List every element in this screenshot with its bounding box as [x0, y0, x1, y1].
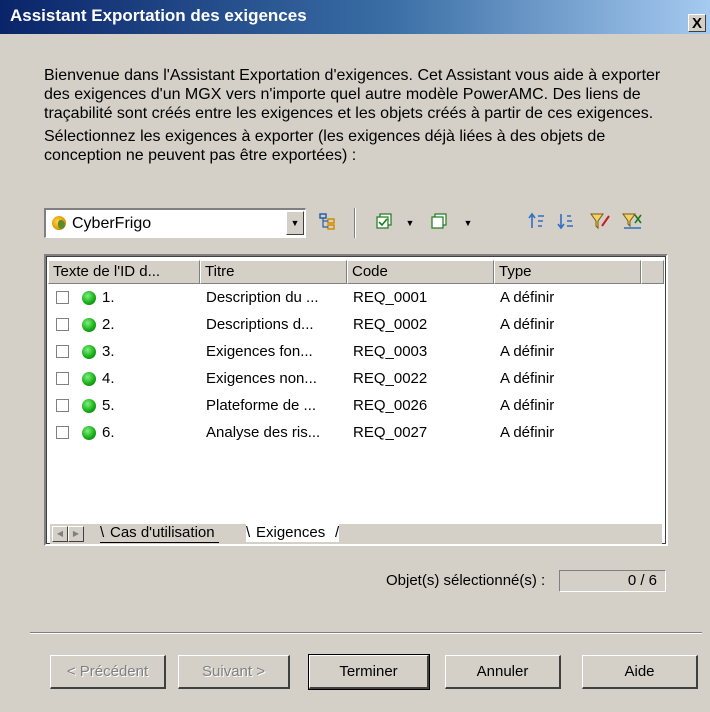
selection-count-value: 0 / 6: [559, 570, 666, 592]
tab-scroll-right-icon[interactable]: ▶: [68, 526, 84, 542]
row-checkbox[interactable]: [56, 426, 69, 439]
tab-strip: ◀ ▶ Cas d'utilisation Exigences: [50, 524, 662, 544]
cell-id: 1.: [102, 289, 115, 306]
cell-type: A définir: [500, 316, 555, 333]
column-header-code[interactable]: Code: [347, 260, 494, 284]
cancel-button[interactable]: Annuler: [445, 655, 561, 689]
clear-filter-icon[interactable]: [620, 212, 644, 234]
column-header-filler: [641, 260, 664, 284]
filter-icon[interactable]: [588, 212, 612, 234]
chevron-down-icon[interactable]: ▼: [286, 211, 304, 235]
cell-type: A définir: [500, 289, 555, 306]
cell-id: 6.: [102, 424, 115, 441]
row-checkbox[interactable]: [56, 291, 69, 304]
cell-title: Exigences non...: [206, 370, 317, 387]
uncheck-dropdown-icon[interactable]: ▼: [463, 212, 473, 234]
status-dot-icon: [82, 345, 96, 359]
check-all-icon[interactable]: [374, 212, 396, 234]
cell-code: REQ_0001: [353, 289, 428, 306]
next-button[interactable]: Suivant >: [178, 655, 290, 689]
model-select-value: CyberFrigo: [72, 215, 152, 232]
footer-divider: [30, 632, 702, 634]
column-header-title[interactable]: Titre: [200, 260, 347, 284]
table-row[interactable]: 6. Analyse des ris... REQ_0027 A définir: [48, 421, 664, 447]
column-header-type[interactable]: Type: [494, 260, 641, 284]
status-dot-icon: [82, 372, 96, 386]
tab-scroll-left-icon[interactable]: ◀: [52, 526, 68, 542]
toolbar-separator: [354, 208, 356, 238]
column-header-id[interactable]: Texte de l'ID d...: [48, 260, 200, 284]
cell-code: REQ_0026: [353, 397, 428, 414]
dialog-title: Assistant Exportation des exigences: [10, 6, 307, 25]
status-dot-icon: [82, 318, 96, 332]
table-row[interactable]: 1. Description du ... REQ_0001 A définir: [48, 286, 664, 312]
hierarchy-icon[interactable]: [316, 212, 340, 234]
cell-id: 5.: [102, 397, 115, 414]
close-button[interactable]: X: [688, 14, 706, 32]
status-dot-icon: [82, 399, 96, 413]
requirements-list[interactable]: Texte de l'ID d... Titre Code Type 1. De…: [44, 254, 668, 546]
tab-requirements[interactable]: Exigences: [246, 524, 339, 542]
tab-use-cases[interactable]: Cas d'utilisation: [100, 524, 219, 543]
previous-button[interactable]: < Précédent: [50, 655, 166, 689]
finish-button[interactable]: Terminer: [308, 654, 430, 690]
table-row[interactable]: 4. Exigences non... REQ_0022 A définir: [48, 367, 664, 393]
cell-id: 3.: [102, 343, 115, 360]
row-checkbox[interactable]: [56, 345, 69, 358]
instruction-text: Sélectionnez les exigences à exporter (l…: [44, 128, 606, 164]
intro-text: Bienvenue dans l'Assistant Exportation d…: [44, 66, 684, 165]
cell-id: 2.: [102, 316, 115, 333]
cell-code: REQ_0027: [353, 424, 428, 441]
title-bar: Assistant Exportation des exigences: [0, 0, 710, 34]
package-icon: [52, 216, 66, 230]
uncheck-all-icon[interactable]: [429, 212, 451, 234]
cell-code: REQ_0003: [353, 343, 428, 360]
cell-code: REQ_0022: [353, 370, 428, 387]
cell-type: A définir: [500, 424, 555, 441]
row-checkbox[interactable]: [56, 399, 69, 412]
model-select[interactable]: CyberFrigo ▼: [44, 208, 306, 238]
help-button[interactable]: Aide: [582, 655, 698, 689]
cell-type: A définir: [500, 397, 555, 414]
status-dot-icon: [82, 426, 96, 440]
cell-title: Exigences fon...: [206, 343, 313, 360]
table-row[interactable]: 3. Exigences fon... REQ_0003 A définir: [48, 340, 664, 366]
cell-title: Plateforme de ...: [206, 397, 317, 414]
cell-title: Analyse des ris...: [206, 424, 321, 441]
cell-title: Description du ...: [206, 289, 319, 306]
selection-count-label: Objet(s) sélectionné(s) :: [386, 572, 546, 589]
cell-title: Descriptions d...: [206, 316, 314, 333]
table-row[interactable]: 2. Descriptions d... REQ_0002 A définir: [48, 313, 664, 339]
cell-type: A définir: [500, 370, 555, 387]
cell-type: A définir: [500, 343, 555, 360]
status-dot-icon: [82, 291, 96, 305]
sort-down-icon[interactable]: [555, 212, 577, 234]
row-checkbox[interactable]: [56, 318, 69, 331]
cell-id: 4.: [102, 370, 115, 387]
sort-up-icon[interactable]: [526, 212, 548, 234]
check-dropdown-icon[interactable]: ▼: [405, 212, 415, 234]
row-checkbox[interactable]: [56, 372, 69, 385]
cell-code: REQ_0002: [353, 316, 428, 333]
welcome-text: Bienvenue dans l'Assistant Exportation d…: [44, 67, 661, 122]
table-row[interactable]: 5. Plateforme de ... REQ_0026 A définir: [48, 394, 664, 420]
